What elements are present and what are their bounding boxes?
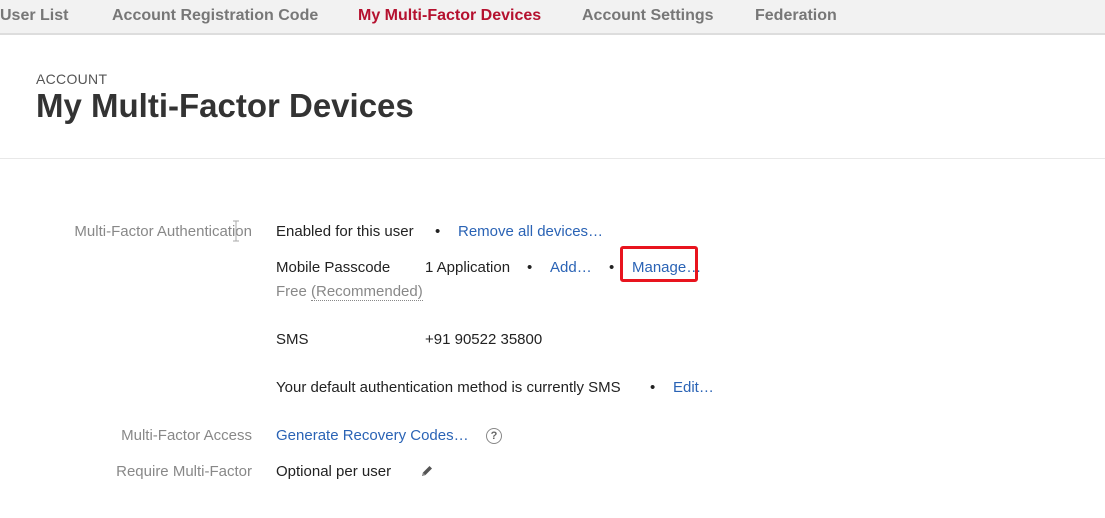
default-method-text: Your default authentication method is cu… — [276, 379, 621, 396]
tab-account-registration-code[interactable]: Account Registration Code — [112, 7, 318, 25]
page-header: ACCOUNT My Multi-Factor Devices — [0, 35, 1105, 159]
manage-highlight-box — [620, 246, 698, 282]
page-title: My Multi-Factor Devices — [36, 87, 414, 124]
mfa-status: Enabled for this user — [276, 223, 414, 240]
page-eyebrow: ACCOUNT — [36, 71, 108, 87]
pencil-edit-icon[interactable] — [419, 463, 435, 479]
mobile-passcode-name: Mobile Passcode — [276, 259, 391, 276]
help-icon[interactable]: ? — [486, 428, 502, 444]
mobile-passcode-price: Free (Recommended) — [276, 283, 423, 301]
price-free: Free — [276, 283, 307, 300]
text-cursor-icon — [233, 220, 239, 242]
sms-name: SMS — [276, 331, 309, 348]
recommended-tooltip-trigger[interactable]: (Recommended) — [311, 283, 423, 301]
sms-phone: +91 90522 35800 — [425, 331, 543, 348]
mfa-label: Multi-Factor Authentication — [74, 223, 252, 240]
require-mfa-value: Optional per user — [276, 463, 392, 480]
tab-user-list[interactable]: User List — [0, 7, 68, 25]
tab-my-multi-factor-devices[interactable]: My Multi-Factor Devices — [358, 7, 541, 25]
remove-all-devices-link[interactable]: Remove all devices… — [458, 223, 603, 240]
separator-dot: • — [527, 259, 533, 276]
mfa-access-label: Multi-Factor Access — [121, 427, 252, 444]
mobile-passcode-count: 1 Application — [425, 259, 511, 276]
top-tab-bar: User List Account Registration Code My M… — [0, 0, 1105, 35]
separator-dot: • — [609, 259, 615, 276]
add-device-link[interactable]: Add… — [550, 259, 592, 276]
separator-dot: • — [435, 223, 441, 240]
edit-default-method-link[interactable]: Edit… — [673, 379, 714, 396]
tab-federation[interactable]: Federation — [755, 7, 837, 25]
require-mfa-label: Require Multi-Factor — [116, 463, 252, 480]
tab-account-settings[interactable]: Account Settings — [582, 7, 714, 25]
generate-recovery-codes-link[interactable]: Generate Recovery Codes… — [276, 427, 469, 444]
separator-dot: • — [650, 379, 656, 396]
